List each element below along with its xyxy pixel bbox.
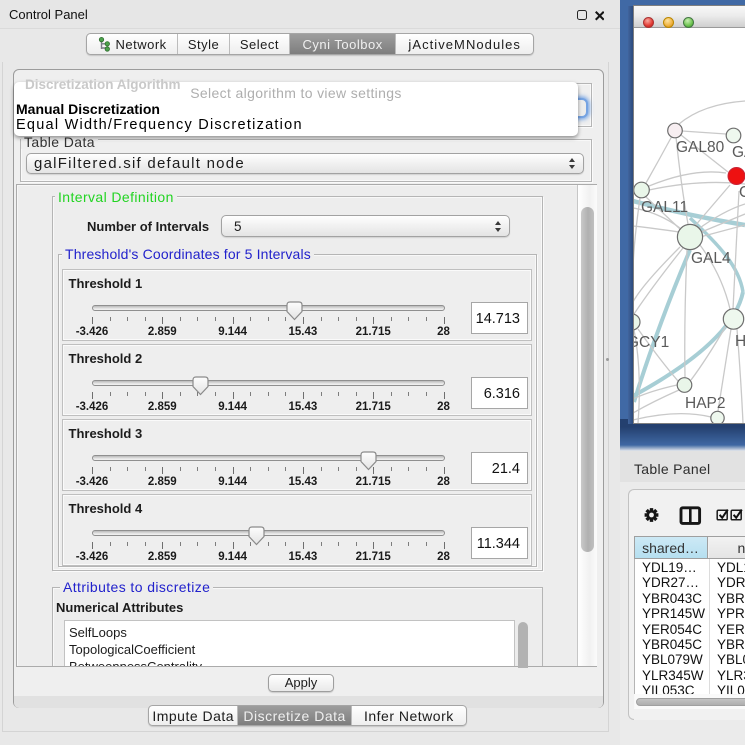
svg-text:HA: HA	[735, 333, 745, 350]
svg-text:GAL80: GAL80	[676, 139, 725, 156]
svg-text:GCY1: GCY1	[634, 334, 669, 351]
svg-text:GAL4: GAL4	[691, 250, 731, 267]
svg-text:HAP2: HAP2	[685, 395, 726, 412]
svg-text:GA: GA	[732, 144, 745, 161]
svg-text:GAL11: GAL11	[641, 199, 688, 216]
svg-text:C: C	[739, 184, 745, 201]
